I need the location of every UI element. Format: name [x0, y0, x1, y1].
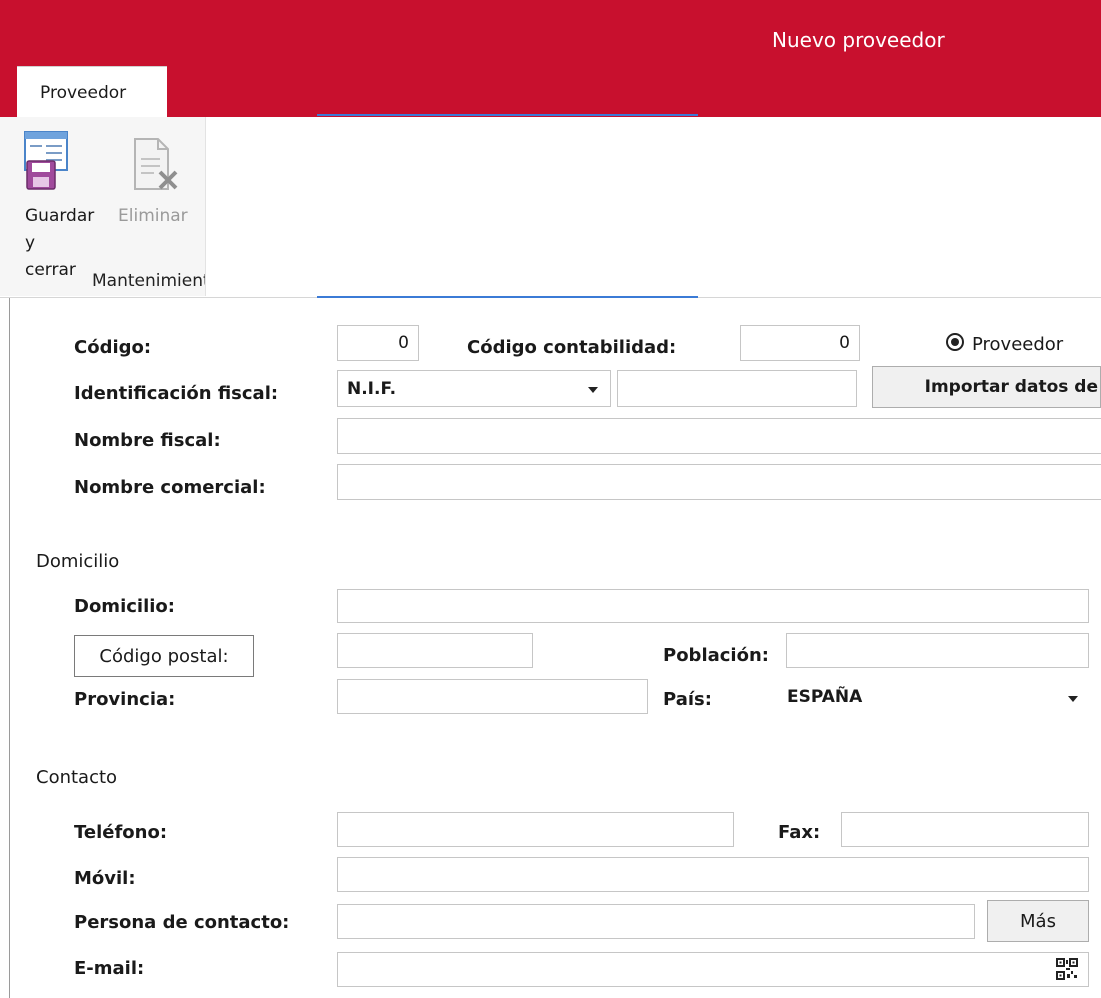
domicilio-label: Domicilio: — [74, 596, 175, 617]
pais-label: País: — [663, 689, 712, 710]
chevron-down-icon[interactable] — [588, 387, 598, 393]
id-fiscal-input[interactable] — [617, 370, 857, 407]
pais-value: ESPAÑA — [787, 686, 863, 707]
save-close-label-1: Guardar — [25, 206, 95, 226]
tab-proveedor-label: Proveedor — [40, 83, 127, 103]
codigo-postal-button[interactable]: Código postal: — [74, 635, 254, 677]
save-close-label-2: y cerrar — [25, 233, 76, 280]
delete-button[interactable]: Eliminar — [118, 123, 202, 233]
codigo-label: Código: — [74, 337, 152, 358]
codigo-contabilidad-field[interactable]: 0 — [740, 325, 860, 361]
nombre-fiscal-input[interactable] — [337, 418, 1101, 454]
poblacion-label: Población: — [663, 645, 769, 666]
window-title: Nuevo proveedor — [772, 28, 945, 52]
telefono-input[interactable] — [337, 812, 734, 847]
nombre-comercial-input[interactable] — [337, 464, 1101, 500]
id-fiscal-label: Identificación fiscal: — [74, 383, 279, 404]
domicilio-section-title: Domicilio — [36, 551, 120, 572]
email-input[interactable] — [337, 952, 1089, 987]
importar-datos-button[interactable]: Importar datos de — [872, 366, 1101, 408]
telefono-label: Teléfono: — [74, 822, 168, 843]
fax-label: Fax: — [778, 822, 821, 843]
tab-proveedor[interactable]: Proveedor — [17, 66, 167, 118]
nombre-comercial-label: Nombre comercial: — [74, 477, 266, 498]
save-close-button[interactable]: Guardar y cerrar — [0, 123, 94, 280]
codigo-postal-input[interactable] — [337, 633, 533, 668]
poblacion-input[interactable] — [786, 633, 1089, 668]
codigo-field[interactable]: 0 — [337, 325, 419, 361]
delete-document-icon — [134, 138, 178, 190]
email-label: E-mail: — [74, 958, 145, 979]
provincia-input[interactable] — [337, 679, 648, 714]
ribbon-accent-line-bottom — [317, 296, 698, 298]
id-fiscal-type-select[interactable]: N.I.F. — [337, 370, 611, 407]
nombre-fiscal-label: Nombre fiscal: — [74, 430, 221, 451]
mas-button[interactable]: Más — [987, 900, 1089, 942]
ribbon-accent-line-top — [317, 114, 698, 116]
movil-input[interactable] — [337, 857, 1089, 892]
chevron-down-icon[interactable] — [1068, 696, 1078, 702]
fax-input[interactable] — [841, 812, 1089, 847]
qr-code-icon[interactable] — [1056, 958, 1078, 980]
ribbon: Guardar y cerrar Eliminar Mantenimiento — [0, 117, 1101, 298]
delete-label: Eliminar — [118, 206, 188, 226]
ribbon-group-mantenimiento: Guardar y cerrar Eliminar Mantenimiento — [0, 117, 206, 296]
save-form-icon — [24, 131, 68, 190]
domicilio-input[interactable] — [337, 589, 1089, 623]
codigo-contabilidad-label: Código contabilidad: — [467, 337, 677, 358]
proveedor-radio-label[interactable]: Proveedor — [972, 334, 1063, 355]
pais-select[interactable]: ESPAÑA — [778, 677, 1089, 716]
persona-contacto-label: Persona de contacto: — [74, 912, 290, 933]
title-bar: Nuevo proveedor Proveedor — [0, 0, 1101, 118]
ribbon-group-label: Mantenimiento — [92, 271, 205, 291]
proveedor-radio[interactable] — [946, 333, 964, 351]
contacto-section-title: Contacto — [36, 767, 118, 788]
persona-contacto-input[interactable] — [337, 904, 975, 939]
movil-label: Móvil: — [74, 868, 136, 889]
id-fiscal-type-value: N.I.F. — [347, 378, 397, 399]
provincia-label: Provincia: — [74, 689, 176, 710]
